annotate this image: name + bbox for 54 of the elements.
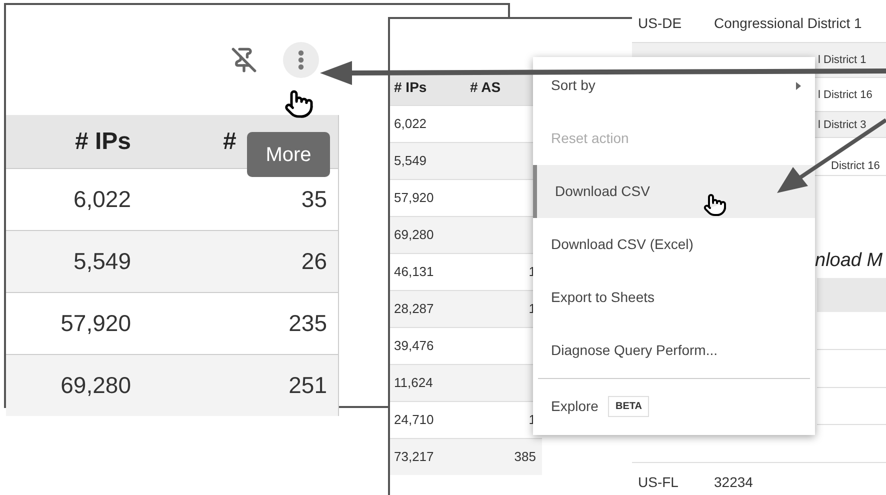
table-cell-text: US-FL (637, 473, 680, 492)
table-cell: l District 1 (818, 54, 866, 66)
menu-item-label: Export to Sheets (551, 288, 655, 307)
column-header: # IPs (74, 126, 131, 156)
menu-item[interactable]: Sort by (533, 59, 815, 112)
menu-item[interactable]: Explore BETA (533, 380, 815, 433)
table-cell-text: 57,920 (60, 309, 131, 338)
table-cell-text: 28,287 (393, 300, 435, 318)
table-cell-text: 6,022 (393, 115, 428, 134)
menu-item-label: Reset action (551, 129, 629, 148)
submenu-caret-icon (796, 82, 801, 90)
table-cell-text: 235 (288, 309, 327, 338)
column-header: # (223, 126, 236, 156)
table-cell-text: US-DE (637, 14, 683, 33)
tooltip: More (247, 132, 330, 177)
table-cell-text: 5,549 (393, 152, 428, 170)
table-cell-text: 32234 (714, 473, 753, 492)
menu-item-label: Download CSV (Excel) (551, 235, 694, 254)
table-cell-text: 73,217 (393, 448, 435, 466)
column-header: # AS (469, 78, 501, 97)
table-cell-text: 26 (300, 247, 327, 276)
table-cell-text: 11,624 (393, 374, 434, 392)
table-cell-text: 46,131 (393, 263, 435, 282)
hand-cursor-icon (284, 89, 314, 119)
table-cell-text: 385 (513, 448, 536, 466)
table-cell-text: 6,022 (72, 185, 131, 214)
table-cell-text: 69,280 (393, 226, 435, 244)
table-cell-text: 35 (300, 185, 327, 214)
table-header-background (817, 278, 886, 312)
table-cell-text: 39,476 (393, 337, 435, 356)
section-heading: nload M (815, 249, 883, 273)
menu-item[interactable]: Download CSV (533, 165, 815, 218)
table-cell: l District 16 (818, 88, 872, 100)
menu-item-label: Explore (551, 397, 598, 416)
menu-item-label: Diagnose Query Perform... (551, 341, 718, 360)
table-cell-text: 251 (288, 371, 327, 400)
more-options-button[interactable] (283, 42, 319, 78)
table-cell: District 16 (831, 160, 880, 172)
menu-item-label: Sort by (551, 76, 596, 95)
table-cell-text: 24,710 (393, 411, 435, 430)
table-cell-text: Congressional District 1 (714, 14, 862, 33)
menu-item-label: Download CSV (555, 182, 650, 201)
menu-item[interactable]: Download CSV (Excel) (533, 218, 815, 271)
beta-badge: BETA (608, 396, 649, 417)
pin-off-icon[interactable] (231, 47, 257, 73)
table-cell-text: 57,920 (393, 189, 435, 208)
column-header: # IPs (393, 78, 428, 97)
menu-item[interactable]: Diagnose Query Perform... (533, 324, 815, 377)
table-cell-text: 5,549 (72, 247, 131, 276)
table-cell-text: 69,280 (60, 371, 131, 400)
table-cell: l District 3 (818, 118, 866, 130)
hand-cursor-icon (703, 193, 727, 217)
kebab-icon (298, 50, 304, 70)
menu-item[interactable]: Export to Sheets (533, 271, 815, 324)
